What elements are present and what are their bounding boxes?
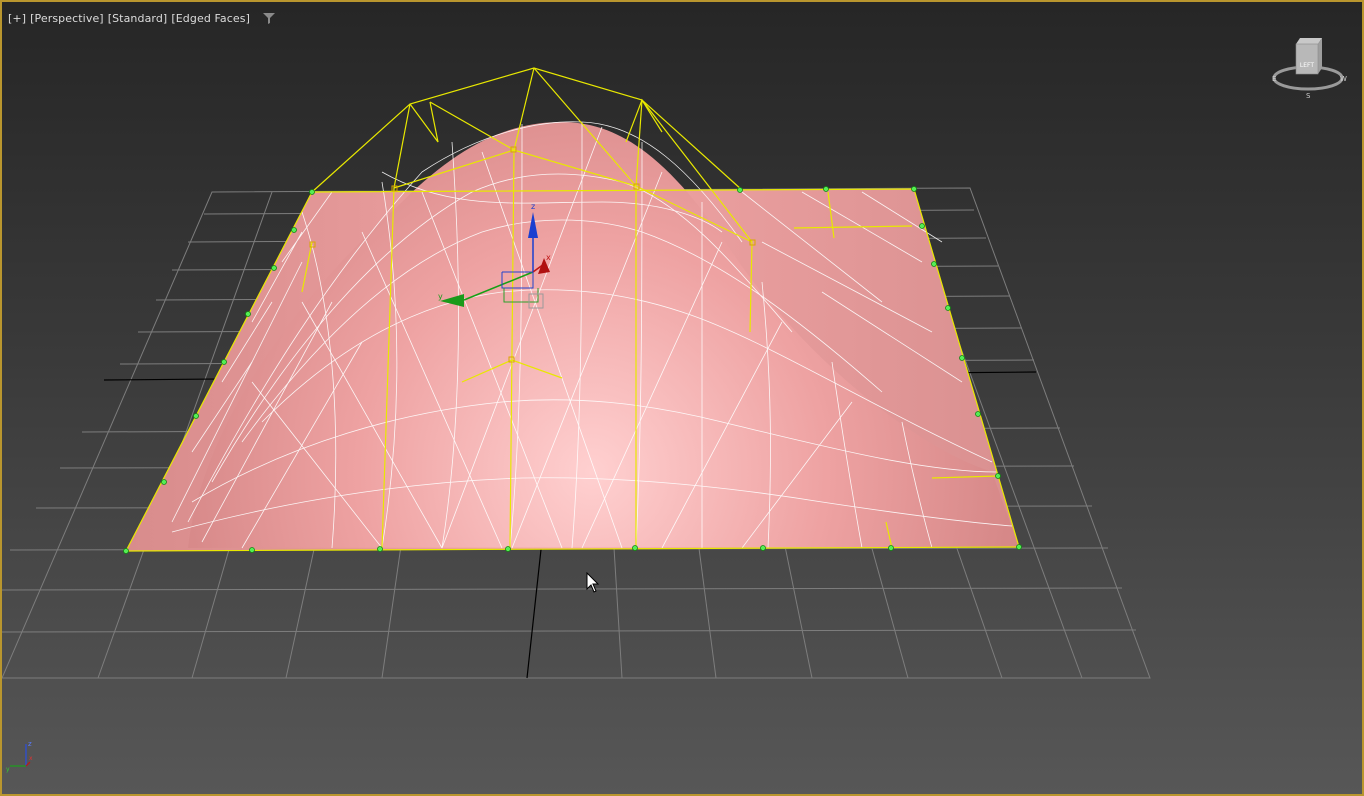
gizmo-x-label: x xyxy=(546,253,551,262)
scene-canvas[interactable]: z x y xyxy=(2,2,1364,796)
viewcube[interactable]: LEFT E W S xyxy=(1266,34,1350,106)
viewcube-left-face[interactable] xyxy=(1295,43,1319,75)
viewport-label-menu: [+] [Perspective] [Standard] [Edged Face… xyxy=(8,10,276,26)
perspective-viewport[interactable]: z x y [+] [Perspective] [Standard] [Edge… xyxy=(0,0,1364,796)
viewport-general-menu[interactable]: [+] xyxy=(8,12,26,25)
viewport-standard-menu[interactable]: [Standard] xyxy=(108,12,168,25)
tripod-x-label: x xyxy=(29,755,33,762)
viewport-shading-menu[interactable]: [Edged Faces] xyxy=(171,12,250,25)
gizmo-y-label: y xyxy=(438,292,443,301)
axis-tripod: z x y xyxy=(6,740,33,773)
viewcube-face-label: LEFT xyxy=(1300,62,1314,69)
tripod-z-label: z xyxy=(28,740,32,748)
svg-text:S: S xyxy=(1306,92,1311,100)
tripod-y-label: y xyxy=(6,766,10,773)
viewport-point-of-view-menu[interactable]: [Perspective] xyxy=(30,12,104,25)
funnel-icon[interactable] xyxy=(262,11,276,25)
svg-text:W: W xyxy=(1340,75,1347,83)
gizmo-z-label: z xyxy=(531,202,535,211)
svg-text:E: E xyxy=(1272,75,1276,83)
